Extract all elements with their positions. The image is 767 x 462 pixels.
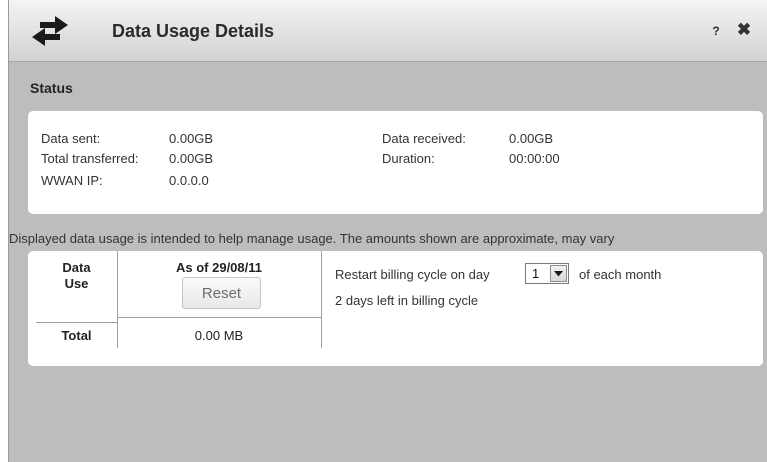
status-panel: Data sent: 0.00GB Total transferred: 0.0… bbox=[28, 111, 763, 214]
status-heading: Status bbox=[30, 80, 73, 96]
chevron-down-icon[interactable] bbox=[550, 265, 567, 282]
data-sent-label: Data sent: bbox=[41, 131, 101, 146]
reset-button[interactable]: Reset bbox=[182, 277, 261, 309]
as-of-date: As of 29/08/11 bbox=[176, 260, 262, 275]
usage-disclaimer: Displayed data usage is intended to help… bbox=[9, 231, 615, 246]
data-received-value: 0.00GB bbox=[509, 131, 554, 146]
swap-arrows-icon bbox=[32, 16, 68, 46]
row-divider bbox=[117, 317, 321, 318]
dialog-title: Data Usage Details bbox=[112, 21, 275, 41]
days-left-text: 2 days left in billing cycle bbox=[335, 293, 479, 308]
titlebar: Data Usage Details ? ✖ bbox=[9, 0, 767, 62]
billing-cycle-prefix: Restart billing cycle on day bbox=[335, 267, 490, 282]
total-value: 0.00 MB bbox=[194, 328, 244, 343]
close-button[interactable]: ✖ bbox=[735, 20, 753, 40]
data-use-header-line2: Use bbox=[64, 276, 89, 291]
billing-day-select[interactable]: 1 bbox=[525, 263, 569, 284]
total-transferred-value: 0.00GB bbox=[169, 151, 214, 166]
billing-cycle-suffix: of each month bbox=[579, 267, 662, 282]
duration-value: 00:00:00 bbox=[509, 151, 560, 166]
wwan-ip-label: WWAN IP: bbox=[41, 173, 103, 188]
column-divider bbox=[321, 251, 322, 348]
usage-panel: Data Use As of 29/08/11 Reset Total 0.00… bbox=[28, 251, 763, 366]
billing-day-value: 1 bbox=[532, 266, 540, 281]
data-use-header: Data Use bbox=[36, 260, 117, 292]
total-transferred-label: Total transferred: bbox=[41, 151, 139, 166]
total-label: Total bbox=[61, 328, 92, 343]
row-divider bbox=[36, 322, 117, 323]
data-received-label: Data received: bbox=[382, 131, 466, 146]
wwan-ip-value: 0.0.0.0 bbox=[169, 173, 209, 188]
data-use-header-line1: Data bbox=[62, 260, 91, 275]
data-sent-value: 0.00GB bbox=[169, 131, 214, 146]
duration-label: Duration: bbox=[382, 151, 435, 166]
help-button[interactable]: ? bbox=[709, 24, 723, 40]
data-usage-dialog: Data Usage Details ? ✖ Status Data sent:… bbox=[8, 0, 767, 462]
